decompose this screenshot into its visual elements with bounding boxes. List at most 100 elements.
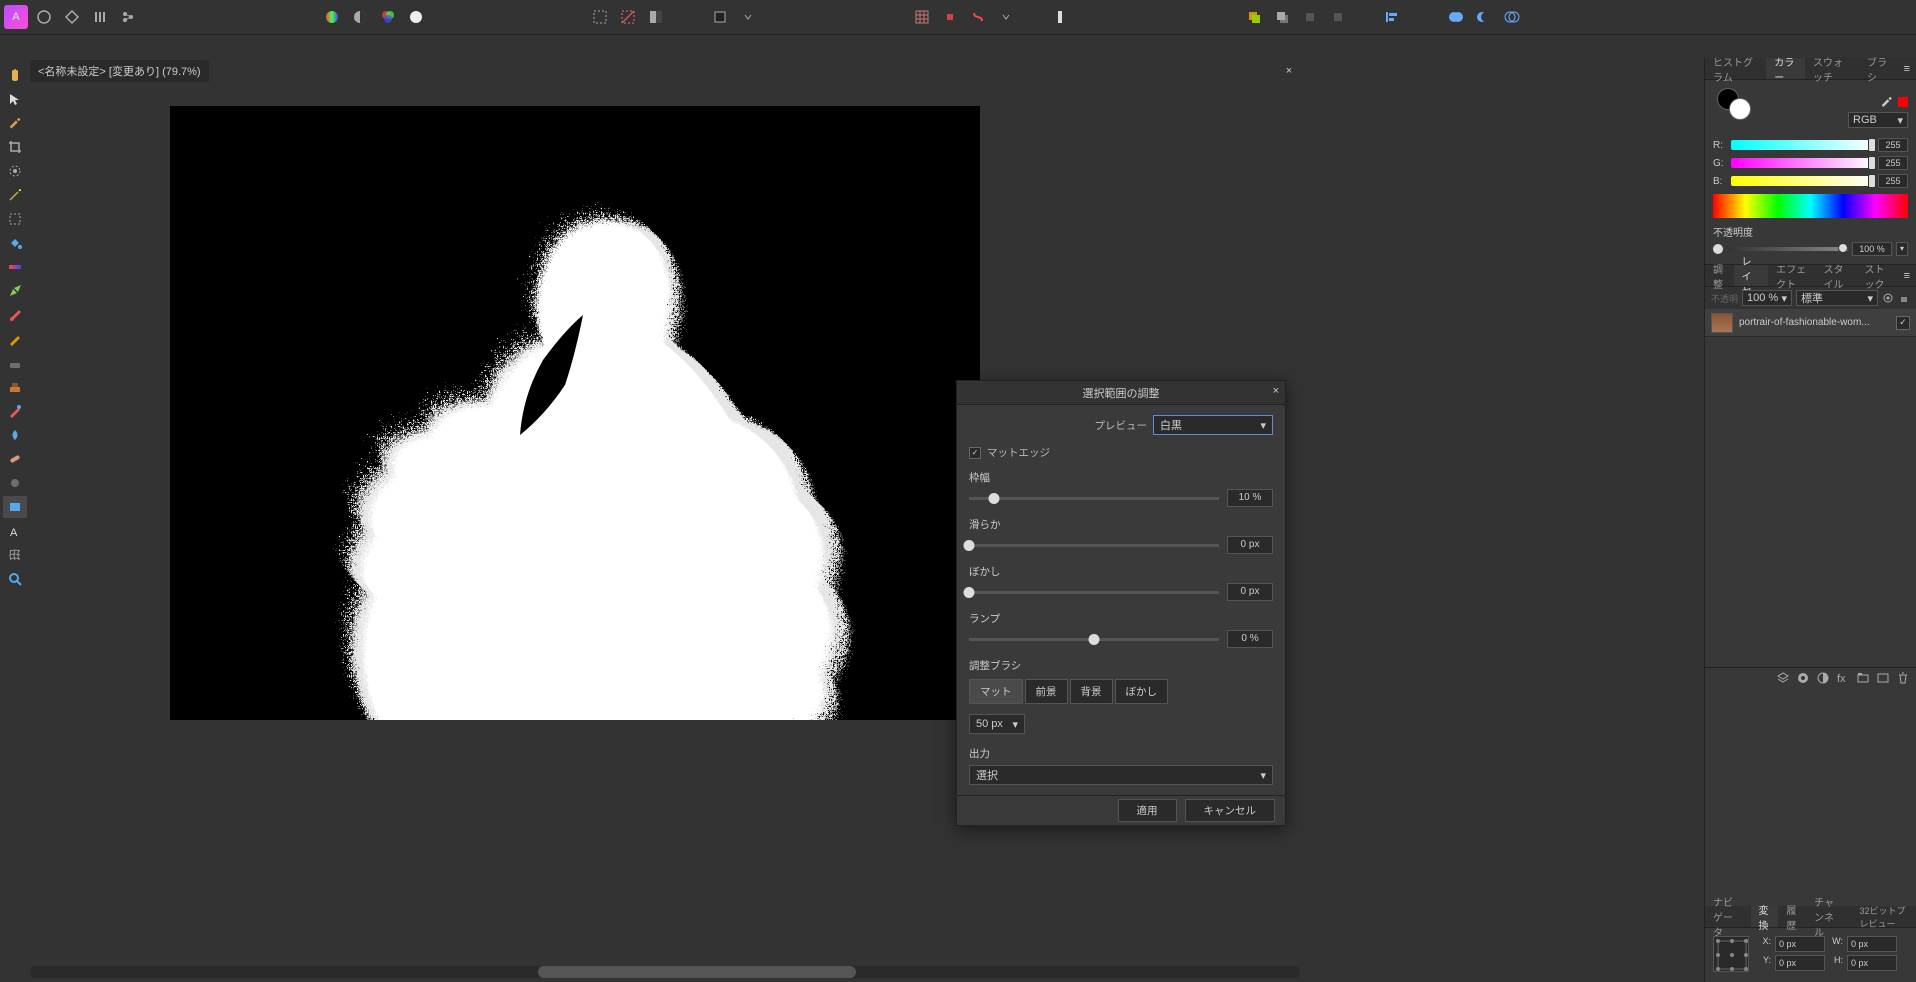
g-value[interactable]: 255 (1878, 156, 1908, 170)
tab-navigator[interactable]: ナビゲータ (1705, 906, 1751, 927)
auto-levels-icon[interactable] (320, 5, 344, 29)
dodge-tool-icon[interactable] (3, 424, 27, 446)
feather-slider[interactable] (969, 591, 1219, 594)
mask-layer-icon[interactable] (1796, 671, 1810, 685)
selection-brush-tool-icon[interactable] (3, 160, 27, 182)
brush-feather-button[interactable]: ぼかし (1115, 679, 1169, 704)
flood-fill-tool-icon[interactable] (3, 232, 27, 254)
persona-liquify-icon[interactable] (60, 5, 84, 29)
layer-visible-checkbox[interactable]: ✓ (1896, 316, 1910, 330)
bool-add-icon[interactable] (1444, 5, 1468, 29)
opacity-slider[interactable] (1727, 247, 1848, 251)
gradient-tool-icon[interactable] (3, 256, 27, 278)
mesh-warp-tool-icon[interactable] (3, 544, 27, 566)
delete-layer-icon[interactable] (1896, 671, 1910, 685)
document-tab[interactable]: <名称未設定> [変更あり] (79.7%) (30, 60, 209, 82)
y-input[interactable]: 0 px (1775, 955, 1825, 971)
color-mode-select[interactable]: RGB▾ (1848, 112, 1908, 128)
border-slider[interactable] (969, 497, 1219, 500)
hand-tool-icon[interactable] (3, 64, 27, 86)
snap-dropdown-icon[interactable] (994, 5, 1018, 29)
brush-fg-button[interactable]: 前景 (1025, 679, 1068, 704)
gear-icon[interactable] (1882, 292, 1894, 304)
snap-on-icon[interactable] (966, 5, 990, 29)
brush-size-select[interactable]: 50 px▾ (969, 714, 1025, 734)
cancel-button[interactable]: キャンセル (1185, 799, 1276, 822)
magic-wand-tool-icon[interactable] (3, 184, 27, 206)
bool-sub-icon[interactable] (1472, 5, 1496, 29)
eraser-tool-icon[interactable] (3, 352, 27, 374)
persona-photo-icon[interactable] (32, 5, 56, 29)
layer-row[interactable]: portrair-of-fashionable-wom... ✓ (1705, 309, 1916, 337)
panel-menu-icon[interactable]: ≡ (1898, 265, 1916, 286)
smooth-value[interactable]: 0 px (1227, 536, 1273, 554)
transform-anchor-widget[interactable] (1713, 936, 1749, 972)
preview-select[interactable]: 白黒▾ (1153, 415, 1273, 435)
r-value[interactable]: 255 (1878, 138, 1908, 152)
secondary-color-swatch[interactable] (1729, 98, 1751, 120)
feather-value[interactable]: 0 px (1227, 583, 1273, 601)
auto-contrast-icon[interactable] (348, 5, 372, 29)
text-tool-icon[interactable]: A (3, 520, 27, 542)
tab-effect[interactable]: エフェクト (1768, 265, 1815, 286)
tab-brush[interactable]: ブラシ (1859, 58, 1898, 79)
inpaint-tool-icon[interactable] (3, 400, 27, 422)
matte-edge-checkbox[interactable]: ✓ (969, 447, 981, 459)
layers-icon[interactable] (1776, 671, 1790, 685)
auto-colors-icon[interactable] (376, 5, 400, 29)
marquee-tool-icon[interactable] (3, 208, 27, 230)
heal-tool-icon[interactable] (3, 448, 27, 470)
opacity-value[interactable]: 100 % (1852, 242, 1892, 256)
hue-strip[interactable] (1713, 194, 1908, 218)
arrange-fwd-icon[interactable] (1298, 5, 1322, 29)
assistant-icon[interactable] (1048, 5, 1072, 29)
eyedropper-icon[interactable] (1880, 95, 1894, 109)
document-close-button[interactable]: × (1280, 60, 1298, 82)
horizontal-scrollbar[interactable] (30, 966, 1300, 978)
h-input[interactable]: 0 px (1847, 955, 1897, 971)
adjustment-layer-icon[interactable] (1816, 671, 1830, 685)
tab-style[interactable]: スタイル (1815, 265, 1856, 286)
tab-swatch[interactable]: スウォッチ (1805, 58, 1859, 79)
tab-channel[interactable]: チャンネル (1806, 906, 1851, 927)
persona-develop-icon[interactable] (88, 5, 112, 29)
tab-histogram[interactable]: ヒストグラム (1705, 58, 1766, 79)
tab-32bit[interactable]: 32ビットプレビュー (1852, 906, 1916, 927)
tab-history[interactable]: 履歴 (1778, 906, 1806, 927)
panel-menu-icon[interactable]: ≡ (1898, 58, 1916, 79)
recent-color-swatch[interactable] (1898, 97, 1908, 107)
arrange-back-icon[interactable] (1270, 5, 1294, 29)
snap-off-icon[interactable] (938, 5, 962, 29)
x-input[interactable]: 0 px (1775, 936, 1825, 952)
lock-icon[interactable] (1898, 292, 1910, 304)
rectangle-tool-icon[interactable] (3, 496, 27, 518)
quickmask-icon[interactable] (708, 5, 732, 29)
brush-matte-button[interactable]: マット (969, 679, 1023, 704)
crop-tool-icon[interactable] (3, 136, 27, 158)
zoom-tool-icon[interactable] (3, 568, 27, 590)
add-layer-icon[interactable] (1876, 671, 1890, 685)
tab-layer[interactable]: レイヤ (1734, 265, 1769, 286)
ramp-value[interactable]: 0 % (1227, 630, 1273, 648)
layer-opacity-select[interactable]: 100 %▾ (1742, 290, 1792, 306)
output-select[interactable]: 選択▾ (969, 765, 1273, 785)
arrange-bwd-icon[interactable] (1326, 5, 1350, 29)
apply-button[interactable]: 適用 (1118, 799, 1177, 822)
dialog-titlebar[interactable]: 選択範囲の調整 × (957, 381, 1285, 405)
w-input[interactable]: 0 px (1847, 936, 1897, 952)
color-picker-tool-icon[interactable] (3, 112, 27, 134)
brush-bg-button[interactable]: 背景 (1070, 679, 1113, 704)
dialog-close-button[interactable]: × (1273, 385, 1279, 397)
group-layer-icon[interactable] (1856, 671, 1870, 685)
tab-stock[interactable]: ストック (1857, 265, 1898, 286)
b-slider[interactable] (1731, 176, 1874, 186)
selection-invert-icon[interactable] (644, 5, 668, 29)
g-slider[interactable] (1731, 158, 1874, 168)
fx-layer-icon[interactable]: fx (1836, 671, 1850, 685)
clone-tool-icon[interactable] (3, 376, 27, 398)
move-tool-icon[interactable] (3, 88, 27, 110)
tab-adjust[interactable]: 調整 (1705, 265, 1734, 286)
bool-int-icon[interactable] (1500, 5, 1524, 29)
align-icon[interactable] (1380, 5, 1404, 29)
opacity-dropdown[interactable]: ▾ (1896, 242, 1908, 256)
